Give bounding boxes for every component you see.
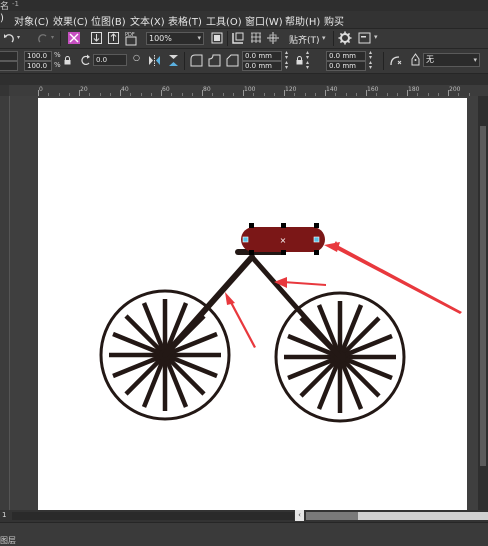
svg-text:×: × <box>280 236 287 245</box>
bottom-navigation-bar: 1 ‹ <box>0 510 488 522</box>
scroll-left-arrow-icon[interactable]: ‹ <box>295 510 304 521</box>
horizontal-scroll-right-track[interactable] <box>358 512 488 520</box>
bicycle-seat-selected[interactable]: × <box>241 227 325 252</box>
horizontal-scroll-track[interactable] <box>12 512 294 520</box>
status-bar: 图层 <box>0 522 488 545</box>
layer-status-text: 图层 <box>0 536 16 545</box>
bicycle-illustration[interactable]: × <box>0 0 488 544</box>
page-number-label[interactable]: 1 <box>2 511 6 519</box>
horizontal-scrollbar-thumb[interactable] <box>306 512 358 520</box>
